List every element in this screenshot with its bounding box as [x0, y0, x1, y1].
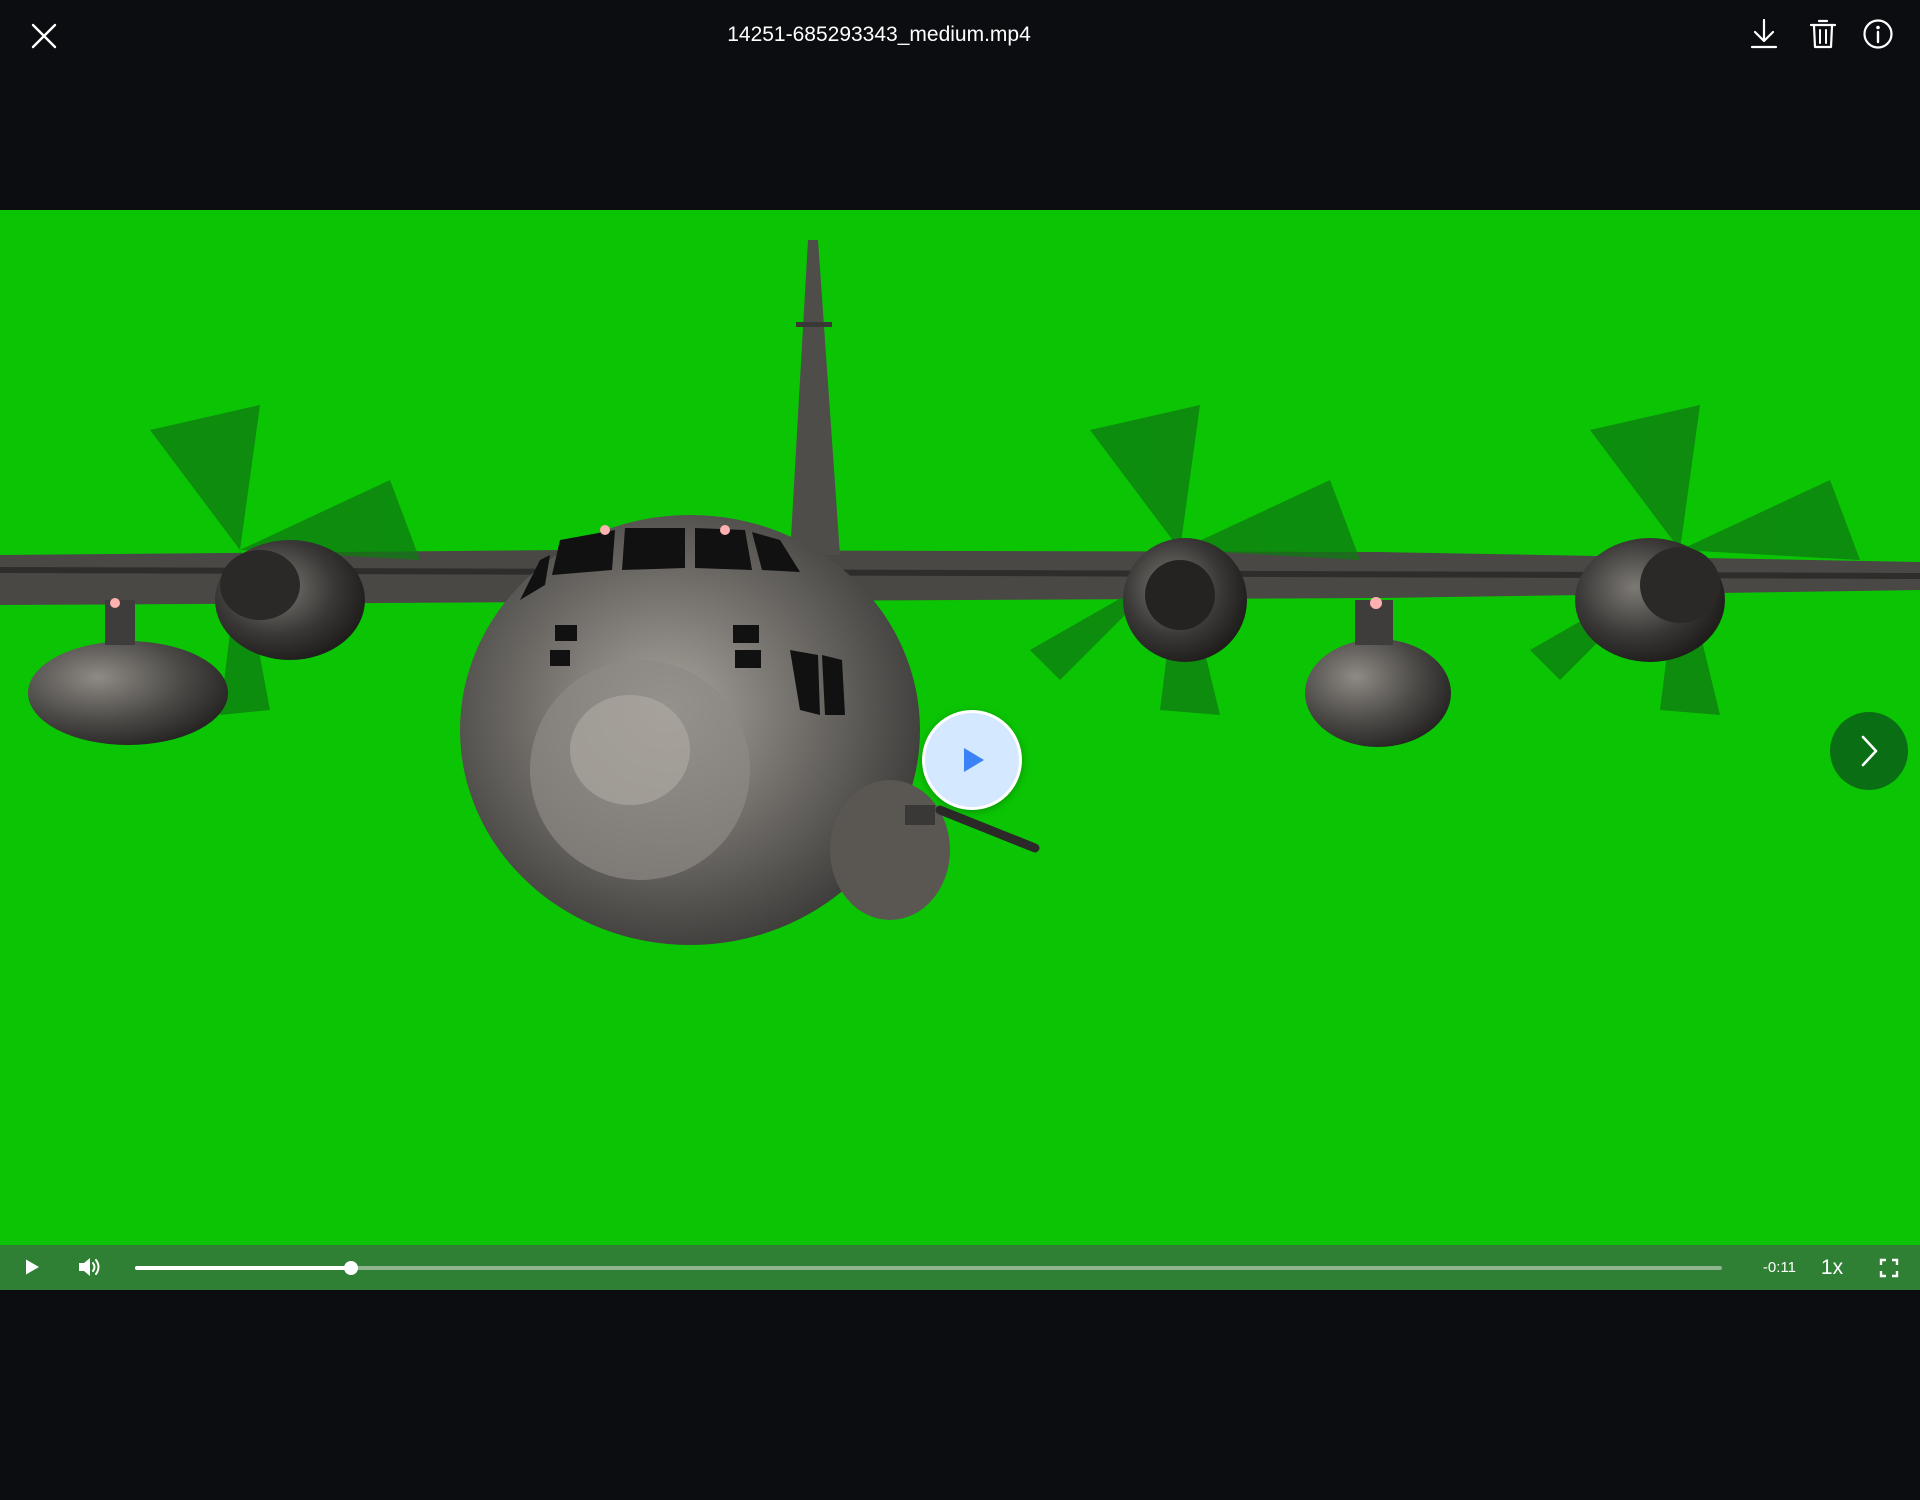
time-remaining: -0:11 [1762, 1259, 1796, 1276]
delete-button[interactable] [1801, 12, 1845, 56]
volume-icon [79, 1258, 100, 1276]
volume-button[interactable] [72, 1249, 108, 1285]
progress-fill [135, 1266, 351, 1270]
progress-thumb[interactable] [343, 1261, 358, 1275]
progress-track[interactable] [135, 1261, 1722, 1275]
next-button[interactable] [1830, 712, 1908, 790]
chevron-right-icon [1861, 735, 1878, 767]
fullscreen-button[interactable] [1872, 1251, 1906, 1285]
top-bar: 14251-685293343_medium.mp4 [0, 0, 1920, 70]
play-icon [26, 1259, 39, 1275]
info-icon [1863, 19, 1893, 49]
trash-icon [1809, 19, 1837, 49]
playback-speed-button[interactable]: 1x [1810, 1253, 1854, 1283]
download-icon [1750, 18, 1778, 49]
play-overlay-button[interactable] [922, 710, 1022, 810]
play-button[interactable] [14, 1249, 50, 1285]
video-player[interactable] [0, 210, 1920, 1245]
fullscreen-icon [1879, 1258, 1899, 1278]
control-bar: -0:11 1x [0, 1245, 1920, 1290]
play-icon [964, 748, 984, 772]
download-button[interactable] [1742, 12, 1786, 56]
media-viewer: 14251-685293343_medium.mp4 -0:11 1x [0, 0, 1920, 1500]
file-title: 14251-685293343_medium.mp4 [727, 23, 1031, 46]
info-button[interactable] [1856, 12, 1900, 56]
